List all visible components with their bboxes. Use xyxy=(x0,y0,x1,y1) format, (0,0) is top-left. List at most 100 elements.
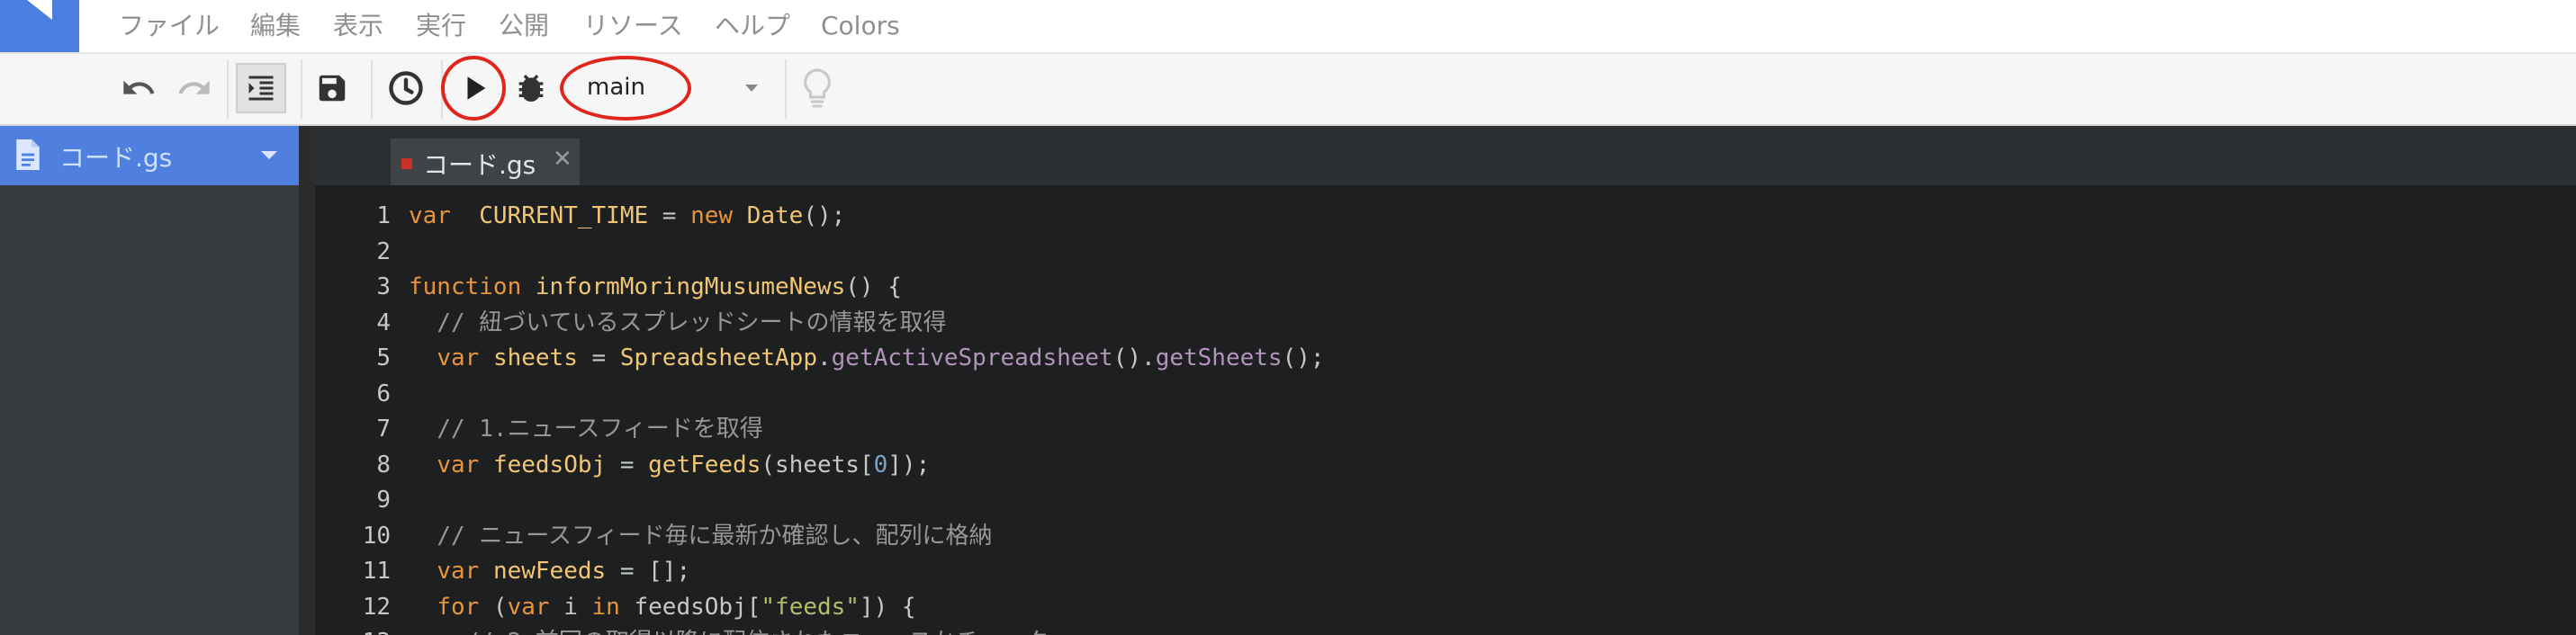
code-token: (); xyxy=(1282,344,1325,371)
apps-script-logo[interactable] xyxy=(0,0,79,52)
menu-file[interactable]: ファイル xyxy=(119,9,220,43)
code-line[interactable]: 13 // 2.前回の取得以降に配信されたニュースかチェック xyxy=(315,626,2576,635)
code-line[interactable]: 8 var feedsObj = getFeeds(sheets[0]); xyxy=(315,449,2576,481)
code-text: var sheets = SpreadsheetApp.getActiveSpr… xyxy=(409,342,1325,374)
editor-tab[interactable]: コード.gs ✕ xyxy=(391,139,580,185)
sidebar-divider[interactable] xyxy=(299,126,315,635)
code-line[interactable]: 2 xyxy=(315,236,2576,268)
code-token: function xyxy=(409,273,522,300)
menu-resources[interactable]: リソース xyxy=(583,9,683,43)
code-token: var xyxy=(437,451,480,478)
code-token: // ニュースフィード毎に最新か確認し、配列に格納 xyxy=(437,522,993,550)
line-number: 5 xyxy=(376,344,391,371)
code-editor[interactable]: 1 var CURRENT_TIME = new Date(); 2 3 functio… xyxy=(315,185,2576,635)
triggers-button[interactable] xyxy=(380,63,432,113)
code-token: getFeeds xyxy=(648,451,761,478)
line-number: 1 xyxy=(376,202,391,229)
code-line[interactable]: 1 var CURRENT_TIME = new Date(); xyxy=(315,200,2576,232)
menu-help[interactable]: ヘルプ xyxy=(715,9,790,43)
code-token: // 紐づいているスプレッドシートの情報を取得 xyxy=(437,309,947,336)
code-line[interactable]: 6 xyxy=(315,378,2576,410)
code-token: var xyxy=(507,593,550,621)
code-text: // 1.ニュースフィードを取得 xyxy=(409,413,763,445)
code-line[interactable]: 9 xyxy=(315,484,2576,516)
sidebar-file-label: コード.gs xyxy=(59,143,173,173)
menu-publish[interactable]: 公開 xyxy=(499,9,549,43)
code-line[interactable]: 5 var sheets = SpreadsheetApp.getActiveS… xyxy=(315,342,2576,374)
menu-run[interactable]: 実行 xyxy=(416,9,466,43)
code-token: 0 xyxy=(873,451,888,478)
run-button[interactable] xyxy=(448,63,502,113)
function-select[interactable]: main xyxy=(567,63,774,113)
code-token: var xyxy=(437,344,480,371)
toolbar-divider xyxy=(785,59,787,119)
line-number: 2 xyxy=(376,237,391,265)
code-token: // 1.ニュースフィードを取得 xyxy=(437,416,763,443)
line-number: 9 xyxy=(376,487,391,514)
line-number: 4 xyxy=(376,309,391,336)
code-token: = []; xyxy=(606,558,691,585)
code-text: var CURRENT_TIME = new Date(); xyxy=(409,200,845,232)
line-number: 10 xyxy=(362,522,391,550)
lightbulb-icon xyxy=(804,68,831,108)
save-button[interactable] xyxy=(308,63,356,113)
code-text: var feedsObj = getFeeds(sheets[0]); xyxy=(409,449,930,481)
unsaved-indicator-icon xyxy=(401,158,412,169)
menu-view[interactable]: 表示 xyxy=(333,9,383,43)
code-line[interactable]: 7 // 1.ニュースフィードを取得 xyxy=(315,413,2576,445)
code-token: sheets xyxy=(492,344,578,371)
code-text: var newFeeds = []; xyxy=(409,555,690,587)
execution-hint-button[interactable] xyxy=(792,63,842,113)
code-token: (sheets[ xyxy=(761,451,874,478)
function-select-value: main xyxy=(587,74,645,101)
line-number: 8 xyxy=(376,451,391,478)
auto-indent-button[interactable] xyxy=(236,63,286,113)
code-text: // 紐づいているスプレッドシートの情報を取得 xyxy=(409,307,947,339)
code-line[interactable]: 4 // 紐づいているスプレッドシートの情報を取得 xyxy=(315,307,2576,339)
code-token: . xyxy=(816,344,832,371)
code-line[interactable]: 10 // ニュースフィード毎に最新か確認し、配列に格納 xyxy=(315,520,2576,552)
editor-tab-bar: コード.gs ✕ xyxy=(315,126,2576,185)
file-menu-caret-icon[interactable] xyxy=(261,151,277,159)
save-icon xyxy=(319,75,346,102)
file-sidebar: コード.gs xyxy=(0,126,299,635)
line-number: 6 xyxy=(376,380,391,407)
debug-button[interactable] xyxy=(506,63,556,113)
undo-icon xyxy=(123,80,155,94)
sidebar-file-item[interactable]: コード.gs xyxy=(0,126,299,185)
code-token: CURRENT_TIME xyxy=(479,202,649,229)
code-token: getActiveSpreadsheet xyxy=(831,344,1113,371)
code-text: for (var i in feedsObj["feeds"]) { xyxy=(409,591,916,623)
code-line[interactable]: 11 var newFeeds = []; xyxy=(315,555,2576,587)
code-token: i xyxy=(549,593,592,621)
indent-icon xyxy=(248,76,274,101)
code-token: Date xyxy=(746,202,804,229)
redo-button[interactable] xyxy=(171,63,218,113)
code-text: function informMoringMusumeNews() { xyxy=(409,271,902,303)
menu-edit[interactable]: 編集 xyxy=(250,9,301,43)
code-token: var xyxy=(437,558,480,585)
code-token: in xyxy=(591,593,620,621)
code-line[interactable]: 12 for (var i in feedsObj["feeds"]) { xyxy=(315,591,2576,623)
code-token: (); xyxy=(803,202,846,229)
code-line[interactable]: 3 function informMoringMusumeNews() { xyxy=(315,271,2576,303)
close-tab-icon[interactable]: ✕ xyxy=(553,146,572,173)
code-text: // 2.前回の取得以降に配信されたニュースかチェック xyxy=(409,626,1049,635)
undo-button[interactable] xyxy=(115,63,162,113)
trigger-clock-icon xyxy=(389,71,423,105)
menu-colors[interactable]: Colors xyxy=(821,9,900,43)
code-token: SpreadsheetApp xyxy=(619,344,817,371)
code-token: ]) { xyxy=(859,593,916,621)
line-number: 3 xyxy=(376,273,391,300)
code-token: = xyxy=(648,202,691,229)
